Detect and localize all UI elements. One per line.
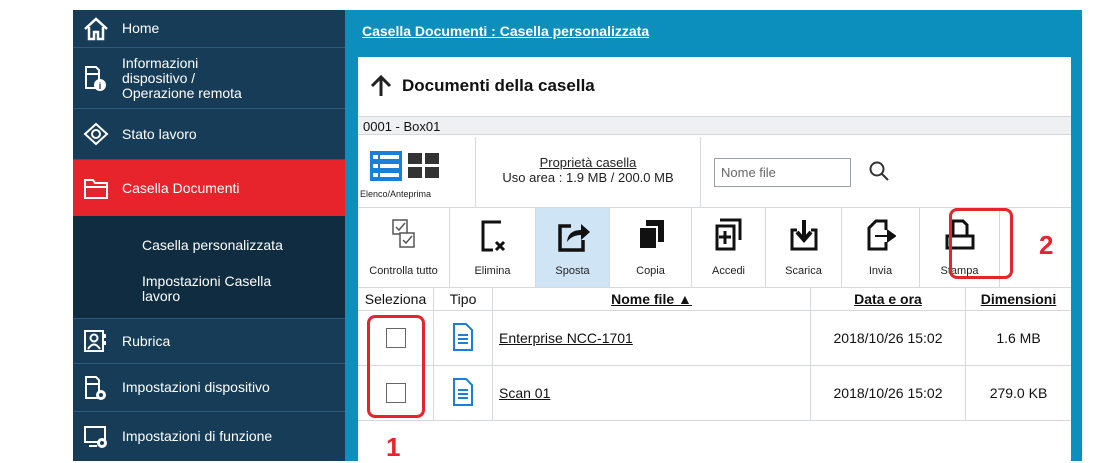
checkbox-highlight [367, 315, 425, 418]
table-row: Scan 01 2018/10/26 15:02 279.0 KB [358, 366, 1071, 421]
sidebar-label-device-settings: Impostazioni dispositivo [122, 379, 270, 395]
document-icon [453, 322, 473, 354]
sidebar-item-address-book[interactable]: Rubrica [73, 318, 345, 364]
sidebar-label-home: Home [122, 20, 160, 36]
search-icon[interactable] [868, 160, 890, 187]
box-properties: Proprietà casella Uso area : 1.9 MB / 20… [476, 137, 701, 207]
sidebar-subitem-job-box-settings[interactable]: Impostazioni Casella lavoro [142, 274, 271, 304]
callout-2: 2 [1039, 230, 1054, 260]
col-name[interactable]: Nome file ▲ [493, 288, 811, 310]
col-select: Seleziona [358, 288, 434, 310]
home-icon [83, 16, 109, 42]
name-cell: Scan 01 [493, 366, 811, 420]
date-cell: 2018/10/26 15:02 [811, 366, 966, 420]
print-highlight [949, 208, 1013, 279]
box-id: 0001 - Box01 [358, 116, 1071, 135]
download-label: Scarica [785, 265, 822, 277]
name-cell: Enterprise NCC-1701 [493, 311, 811, 365]
sidebar-item-device-info[interactable]: i Informazioni dispositivo / Operazione … [73, 48, 345, 109]
join-label: Accedi [711, 265, 746, 277]
move-button[interactable]: Sposta [536, 208, 610, 287]
address-book-icon [83, 328, 109, 354]
page-title: Documenti della casella [402, 75, 595, 95]
move-label: Sposta [555, 265, 590, 277]
col-date[interactable]: Data e ora [811, 288, 966, 310]
delete-label: Elimina [474, 265, 511, 277]
join-icon [714, 218, 744, 257]
copy-label: Copia [636, 265, 665, 277]
sidebar-item-function-settings[interactable]: Impostazioni di funzione [73, 412, 345, 461]
device-info-icon: i [83, 65, 109, 91]
breadcrumb[interactable]: Casella Documenti : Casella personalizza… [362, 23, 649, 39]
copy-icon [636, 218, 666, 257]
sidebar-label-document-box: Casella Documenti [122, 179, 240, 196]
callout-1: 1 [386, 432, 401, 462]
join-button[interactable]: Accedi [692, 208, 766, 287]
sidebar-submenu: Casella personalizzata Impostazioni Case… [73, 216, 345, 318]
app-window: Home i Informazioni dispositivo / Operaz… [73, 10, 1082, 461]
delete-button[interactable]: Elimina [450, 208, 536, 287]
copy-button[interactable]: Copia [610, 208, 692, 287]
sidebar-item-job-status[interactable]: Stato lavoro [73, 109, 345, 160]
sidebar-label-device-info-line2: dispositivo / [122, 69, 196, 86]
type-cell [434, 311, 493, 365]
download-button[interactable]: Scarica [766, 208, 842, 287]
size-cell: 1.6 MB [996, 330, 1041, 346]
arrow-up-icon[interactable] [370, 74, 392, 98]
folder-icon [83, 175, 109, 201]
list-view-icon[interactable] [370, 151, 402, 186]
toolbar: Controlla tutto Elimina Sposta Copia Acc… [358, 208, 1071, 288]
device-settings-icon [83, 375, 109, 401]
box-properties-link[interactable]: Proprietà casella [476, 155, 700, 170]
sidebar-subitem-job-box-line2: lavoro [142, 288, 181, 304]
sidebar-label-device-info: Informazioni dispositivo / Operazione re… [122, 54, 242, 101]
send-icon [866, 218, 897, 257]
check-all-label: Controlla tutto [369, 265, 438, 277]
view-row: Elenco/Anteprima Proprietà casella Uso a… [358, 137, 1071, 208]
sidebar-label-address-book: Rubrica [122, 332, 171, 349]
box-usage: Uso area : 1.9 MB / 200.0 MB [502, 170, 674, 185]
sidebar-label-device-info-line1: Informazioni [122, 54, 199, 71]
check-all-icon [391, 218, 417, 257]
function-settings-icon [83, 424, 109, 450]
delete-icon [479, 218, 507, 259]
main-panel: Documenti della casella 0001 - Box01 Ele… [358, 57, 1071, 461]
send-button[interactable]: Invia [842, 208, 920, 287]
date-cell: 2018/10/26 15:02 [811, 311, 966, 365]
sidebar-label-device-info-line3: Operazione remota [122, 84, 242, 101]
file-name-link[interactable]: Scan 01 [493, 385, 550, 401]
table-header: Seleziona Tipo Nome file ▲ Data e ora Di… [358, 288, 1071, 311]
col-size[interactable]: Dimensioni [966, 288, 1071, 310]
grid-view-icon[interactable] [408, 151, 440, 186]
panel-header: Documenti della casella [358, 57, 1071, 114]
sidebar-item-document-box[interactable]: Casella Documenti [73, 160, 345, 216]
sidebar-subitem-job-box-line1: Impostazioni Casella [142, 273, 272, 289]
send-label: Invia [868, 265, 893, 277]
view-toggle-button[interactable]: Elenco/Anteprima [358, 137, 476, 207]
sidebar-subitem-custom-box[interactable]: Casella personalizzata [142, 238, 283, 253]
view-toggle-label: Elenco/Anteprima [360, 189, 432, 199]
move-icon [555, 218, 591, 259]
document-icon [453, 377, 473, 409]
search-input[interactable] [714, 158, 851, 187]
col-type: Tipo [434, 288, 493, 310]
type-cell [434, 366, 493, 420]
sidebar-item-home[interactable]: Home [73, 10, 345, 48]
sidebar-label-job-status: Stato lavoro [122, 125, 197, 142]
file-name-link[interactable]: Enterprise NCC-1701 [493, 330, 633, 346]
download-icon [789, 218, 819, 257]
sidebar-label-function-settings: Impostazioni di funzione [122, 428, 273, 444]
sidebar: Home i Informazioni dispositivo / Operaz… [73, 10, 345, 461]
svg-text:i: i [99, 81, 102, 91]
size-cell: 279.0 KB [989, 385, 1048, 401]
eye-icon [83, 121, 109, 147]
check-all-button[interactable]: Controlla tutto [358, 208, 450, 287]
table-row: Enterprise NCC-1701 2018/10/26 15:02 1.6… [358, 311, 1071, 366]
sidebar-item-device-settings[interactable]: Impostazioni dispositivo [73, 364, 345, 412]
